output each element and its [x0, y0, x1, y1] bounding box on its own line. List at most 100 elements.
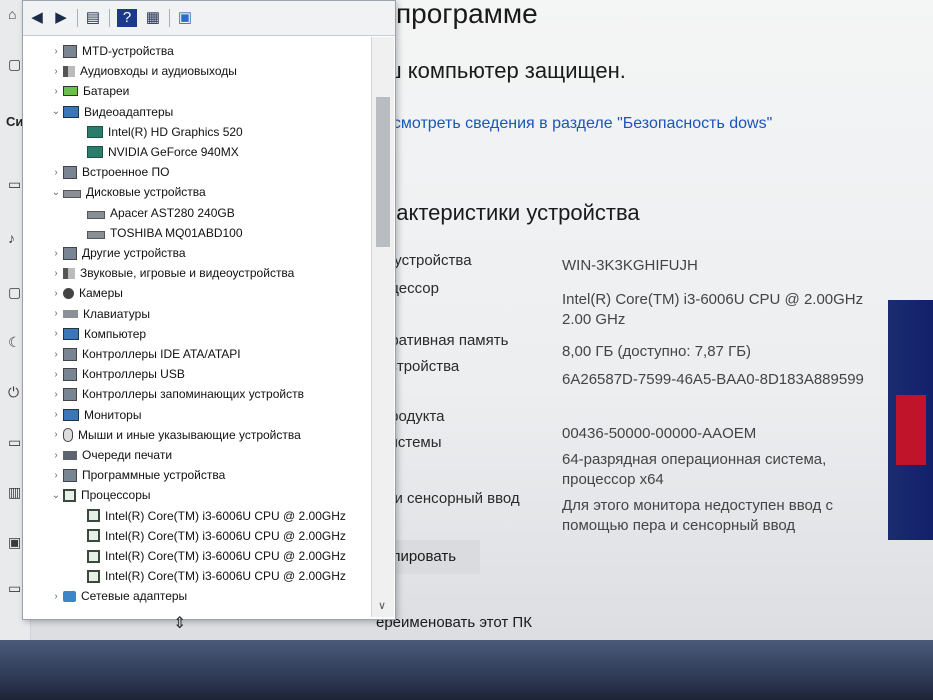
chevron-right-icon[interactable]: › — [49, 389, 63, 400]
chevron-right-icon[interactable]: › — [49, 369, 63, 380]
chevron-right-icon[interactable]: › — [49, 450, 63, 461]
storage-icon[interactable]: ▭ — [8, 434, 21, 451]
tablet-icon[interactable]: ▥ — [8, 484, 21, 501]
vertical-scrollbar[interactable]: ∨ — [371, 37, 394, 617]
scrollbar-thumb[interactable] — [376, 97, 390, 247]
tree-category[interactable]: › Другие устройства — [49, 243, 186, 263]
tree-label: Apacer AST280 240GB — [110, 205, 235, 220]
chevron-down-icon[interactable]: ⌄ — [49, 106, 63, 117]
tree-category[interactable]: › Встроенное ПО — [49, 162, 169, 182]
tree-category[interactable]: ⌄ Процессоры — [49, 485, 151, 505]
display-icon[interactable]: ▭ — [8, 176, 21, 193]
tree-device[interactable]: NVIDIA GeForce 940MX — [73, 142, 239, 162]
generic-icon — [63, 44, 77, 58]
tree-label: Батареи — [83, 84, 130, 99]
generic-icon — [63, 347, 77, 361]
printer-icon — [63, 450, 77, 460]
tree-category[interactable]: › Батареи — [49, 81, 129, 101]
tree-label: Дисковые устройства — [86, 185, 206, 200]
generic-icon — [63, 246, 77, 260]
tree-device[interactable]: TOSHIBA MQ01ABD100 — [73, 223, 243, 243]
power-icon[interactable]: ⏻ — [8, 384, 19, 401]
tree-category[interactable]: › Камеры — [49, 283, 123, 303]
background-window-edge — [888, 300, 933, 540]
tree-device[interactable]: Apacer AST280 240GB — [73, 203, 235, 223]
tree-label: Мониторы — [84, 407, 142, 422]
back-arrow-icon[interactable]: ◀ — [27, 9, 47, 27]
tree-category[interactable]: › Сетевые адаптеры — [49, 586, 187, 606]
toolbar: ◀ ▶ ▤ ? ▦ ▣ — [23, 1, 395, 36]
tree-category[interactable]: › Клавиатуры — [49, 304, 150, 324]
forward-arrow-icon[interactable]: ▶ — [51, 9, 71, 27]
tree-category[interactable]: ⌄ Дисковые устройства — [49, 182, 206, 202]
multitasking-icon[interactable]: ▣ — [8, 534, 21, 551]
chevron-right-icon[interactable]: › — [49, 429, 63, 440]
chevron-right-icon[interactable]: › — [49, 86, 63, 97]
sound-icon[interactable]: ♪ — [8, 230, 15, 246]
help-icon[interactable]: ? — [117, 9, 137, 27]
network-icon — [63, 590, 76, 602]
taskbar-area — [0, 640, 933, 700]
monitor-icon — [63, 327, 79, 340]
security-link[interactable]: осмотреть сведения в разделе "Безопаснос… — [384, 114, 784, 134]
gpu-icon — [87, 125, 103, 138]
chevron-right-icon[interactable]: › — [49, 409, 63, 420]
tree-device[interactable]: Intel(R) Core(TM) i3-6006U CPU @ 2.00GHz — [73, 506, 346, 526]
tree-category[interactable]: › MTD-устройства — [49, 41, 173, 61]
chip-icon — [87, 509, 100, 523]
tree-device[interactable]: Intel(R) Core(TM) i3-6006U CPU @ 2.00GHz — [73, 546, 346, 566]
chevron-down-icon[interactable]: ∨ — [378, 599, 386, 612]
tree-category[interactable]: › Звуковые, игровые и видеоустройства — [49, 263, 294, 283]
resize-cursor-icon: ⇕ — [173, 615, 187, 632]
chevron-right-icon[interactable]: › — [49, 46, 63, 57]
chevron-right-icon[interactable]: › — [49, 591, 63, 602]
spec-value: 8,00 ГБ (доступно: 7,87 ГБ) — [562, 343, 752, 360]
chevron-right-icon[interactable]: › — [49, 349, 63, 360]
disk-icon — [87, 210, 105, 219]
chevron-down-icon[interactable]: ⌄ — [49, 187, 63, 198]
chevron-right-icon[interactable]: › — [49, 167, 63, 178]
tree-category[interactable]: › Компьютер — [49, 324, 146, 344]
tree-category[interactable]: › Контроллеры IDE ATA/ATAPI — [49, 344, 240, 364]
tree-category[interactable]: › Контроллеры запоминающих устройств — [49, 384, 304, 404]
view-icon[interactable]: ▦ — [143, 9, 163, 27]
chevron-right-icon[interactable]: › — [49, 308, 63, 319]
spec-value: WIN-3K3KGHIFUJH — [562, 257, 698, 274]
tree-category[interactable]: › Очереди печати — [49, 445, 172, 465]
focus-assist-icon[interactable]: ☾ — [8, 334, 21, 351]
tree-device[interactable]: Intel(R) HD Graphics 520 — [73, 122, 243, 142]
tree-label: Контроллеры USB — [82, 367, 185, 382]
spec-label: еративная память — [382, 332, 509, 349]
tree-category[interactable]: › Программные устройства — [49, 465, 225, 485]
tree-device[interactable]: Intel(R) Core(TM) i3-6006U CPU @ 2.00GHz — [73, 526, 346, 546]
nav-item-icon[interactable]: ▢ — [8, 56, 21, 73]
gpu-icon — [87, 146, 103, 158]
chevron-right-icon[interactable]: › — [49, 66, 63, 77]
projecting-icon[interactable]: ▭ — [8, 580, 21, 597]
tree-device[interactable]: Intel(R) Core(TM) i3-6006U CPU @ 2.00GHz — [73, 566, 346, 586]
audio-icon — [63, 65, 75, 77]
home-icon[interactable]: ⌂ — [8, 6, 16, 22]
disk-icon — [87, 230, 105, 239]
properties-icon[interactable]: ▤ — [83, 9, 103, 27]
tree-label: Другие устройства — [82, 246, 186, 260]
tree-label: NVIDIA GeForce 940MX — [108, 145, 239, 159]
chevron-right-icon[interactable]: › — [49, 248, 63, 259]
chevron-down-icon[interactable]: ⌄ — [49, 490, 63, 501]
generic-icon — [63, 468, 77, 482]
chevron-right-icon[interactable]: › — [49, 268, 63, 279]
tree-category[interactable]: › Мыши и иные указывающие устройства — [49, 425, 301, 445]
rename-pc-link[interactable]: ереименовать этот ПК — [376, 614, 532, 631]
tree-category[interactable]: › Контроллеры USB — [49, 364, 185, 384]
tree-category[interactable]: › Мониторы — [49, 405, 141, 425]
notifications-icon[interactable]: ▢ — [8, 284, 21, 301]
device-specs-heading: рактеристики устройства — [384, 200, 640, 225]
chip-icon — [63, 488, 76, 502]
chevron-right-icon[interactable]: › — [49, 470, 63, 481]
tree-category[interactable]: ⌄ Видеоадаптеры — [49, 102, 173, 122]
chevron-right-icon[interactable]: › — [49, 328, 63, 339]
tree-category[interactable]: › Аудиовходы и аудиовыходы — [49, 61, 237, 81]
chevron-right-icon[interactable]: › — [49, 288, 63, 299]
device-manager-window[interactable]: ◀ ▶ ▤ ? ▦ ▣ › MTD-устройства › Аудиовходы и… — [22, 0, 396, 632]
monitor-icon[interactable]: ▣ — [175, 9, 195, 27]
